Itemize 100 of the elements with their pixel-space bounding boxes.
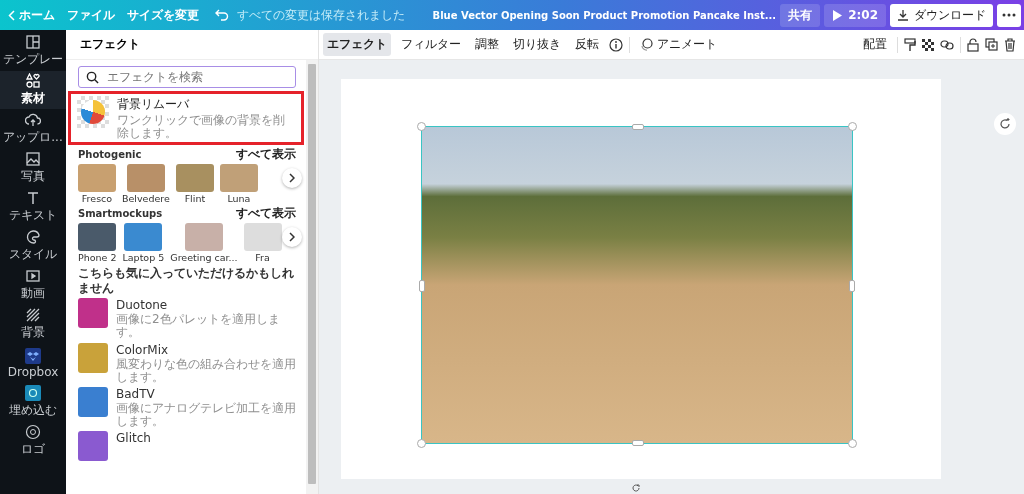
add-comment-button[interactable]	[994, 113, 1016, 135]
logo-icon	[25, 424, 41, 440]
effect-thumbnail[interactable]	[219, 164, 258, 193]
arrange-button[interactable]: 配置	[859, 33, 891, 56]
shapes-icon	[25, 73, 41, 89]
effect-thumbnail[interactable]	[78, 386, 108, 417]
text-icon	[25, 190, 41, 206]
effect-label: Fresco	[81, 193, 113, 205]
resize-handle[interactable]	[848, 122, 857, 131]
see-all-link[interactable]: すべて表示	[236, 146, 296, 164]
sidebar-item[interactable]: 埋め込む	[0, 383, 66, 421]
undo-icon[interactable]	[215, 9, 229, 21]
see-all-link[interactable]: すべて表示	[236, 205, 296, 223]
sidebar-item[interactable]: 素材	[0, 71, 66, 109]
effect-thumbnail[interactable]	[78, 298, 108, 329]
document-title[interactable]: Blue Vector Opening Soon Product Promotion Pancake Inst...	[432, 9, 777, 21]
palette-icon	[25, 229, 41, 245]
effect-name[interactable]: Duotone	[116, 298, 296, 313]
sidebar-item[interactable]: ロゴ	[0, 422, 66, 460]
share-button[interactable]: 共有	[780, 3, 821, 27]
effect-thumbnail[interactable]	[78, 164, 116, 193]
effect-description: 風変わりな色の組み合わせを適用します。	[116, 357, 296, 384]
chevron-right-icon	[289, 173, 295, 184]
cloud-upload-icon	[25, 112, 41, 128]
rotate-icon[interactable]	[631, 483, 641, 493]
play-icon	[832, 9, 843, 21]
beach-ball-thumbnail	[77, 96, 109, 128]
sidebar-item[interactable]: テンプレー	[0, 32, 66, 70]
refresh-plus-icon	[998, 117, 1012, 131]
effect-thumbnail[interactable]	[78, 431, 108, 462]
toolbar-tab[interactable]: 調整	[471, 33, 503, 56]
more-button[interactable]	[997, 3, 1021, 27]
effect-label: Belvedere	[122, 193, 170, 205]
resize-handle[interactable]	[849, 280, 855, 292]
back-icon[interactable]	[8, 9, 15, 21]
resize-handle[interactable]	[632, 440, 644, 446]
effect-label: Greeting car...	[170, 252, 238, 264]
sidebar-item[interactable]: アップロ...	[0, 110, 66, 148]
next-button[interactable]	[282, 168, 302, 189]
effect-thumbnail[interactable]	[175, 164, 214, 193]
info-icon[interactable]	[609, 37, 623, 52]
resize-handle[interactable]	[419, 280, 425, 292]
circles-icon	[640, 38, 653, 51]
effect-thumbnail[interactable]	[126, 164, 165, 193]
hatch-icon	[25, 307, 41, 323]
effect-name: 背景リムーバ	[117, 96, 190, 113]
toolbar-tab[interactable]: 反転	[571, 33, 603, 56]
play-button[interactable]: 2:02	[824, 3, 886, 27]
effect-label: Luna	[227, 193, 251, 205]
image-icon	[25, 151, 41, 167]
resize-handle[interactable]	[632, 124, 644, 130]
toolbar-tab[interactable]: フィルター	[397, 33, 465, 56]
effect-description: 画像にアナログテレビ加工を適用します。	[116, 401, 296, 429]
section-title: Photogenic	[78, 149, 142, 161]
toolbar-tab[interactable]: エフェクト	[323, 33, 391, 56]
effect-name[interactable]: BadTV	[116, 386, 296, 401]
download-button[interactable]: ダウンロード	[890, 3, 993, 27]
sidebar-item[interactable]: テキスト	[0, 188, 66, 226]
sidebar-item[interactable]: 背景	[0, 305, 66, 343]
sidebar-item[interactable]: Dropbox	[0, 344, 66, 382]
animate-button[interactable]: アニメート	[636, 33, 721, 56]
sidebar-item[interactable]: 写真	[0, 149, 66, 187]
effect-label: Laptop 5	[122, 252, 165, 264]
next-button[interactable]	[282, 227, 302, 248]
effect-thumbnail[interactable]	[78, 342, 108, 373]
delete-icon[interactable]	[1004, 37, 1016, 52]
sidebar-item[interactable]: 動画	[0, 266, 66, 304]
paint-roller-icon[interactable]	[904, 37, 916, 52]
resize-handle[interactable]	[417, 122, 426, 131]
layout-icon	[25, 34, 41, 50]
effect-label: Phone 2	[78, 252, 117, 264]
duplicate-icon[interactable]	[985, 38, 998, 51]
effect-thumbnail[interactable]	[124, 223, 163, 252]
effect-name[interactable]: Glitch	[116, 431, 151, 446]
effect-description: ワンクリックで画像の背景を削除します。	[117, 114, 286, 141]
resize-handle[interactable]	[848, 439, 857, 448]
effect-thumbnail[interactable]	[184, 223, 223, 252]
resize-handle[interactable]	[417, 439, 426, 448]
save-status: すべての変更は保存されました	[237, 6, 405, 24]
scrollbar-thumb[interactable]	[308, 64, 316, 484]
embed-icon	[25, 385, 41, 401]
lock-icon[interactable]	[967, 37, 979, 52]
panel-title: エフェクト	[66, 30, 318, 60]
link-icon[interactable]	[940, 39, 954, 50]
search-field[interactable]: エフェクトを検索	[78, 66, 296, 88]
effect-name[interactable]: ColorMix	[116, 342, 296, 357]
transparency-icon[interactable]	[922, 38, 934, 51]
effect-label: Flint	[184, 193, 206, 205]
section-title: こちらも気に入っていただけるかもしれません	[78, 266, 295, 296]
effect-thumbnail[interactable]	[78, 223, 117, 252]
photo-placeholder[interactable]	[422, 127, 852, 443]
toolbar-tab[interactable]: 切り抜き	[509, 33, 565, 56]
effect-thumbnail[interactable]	[243, 223, 282, 252]
effect-description: 画像に2色パレットを適用します。	[116, 313, 281, 340]
background-remover-card[interactable]: 背景リムーバ ワンクリックで画像の背景を削除します。	[68, 91, 304, 146]
section-title: Smartmockups	[78, 208, 163, 220]
download-icon	[897, 9, 909, 21]
sidebar-item[interactable]: スタイル	[0, 227, 66, 265]
more-icon	[1002, 13, 1016, 17]
video-icon	[25, 268, 41, 284]
